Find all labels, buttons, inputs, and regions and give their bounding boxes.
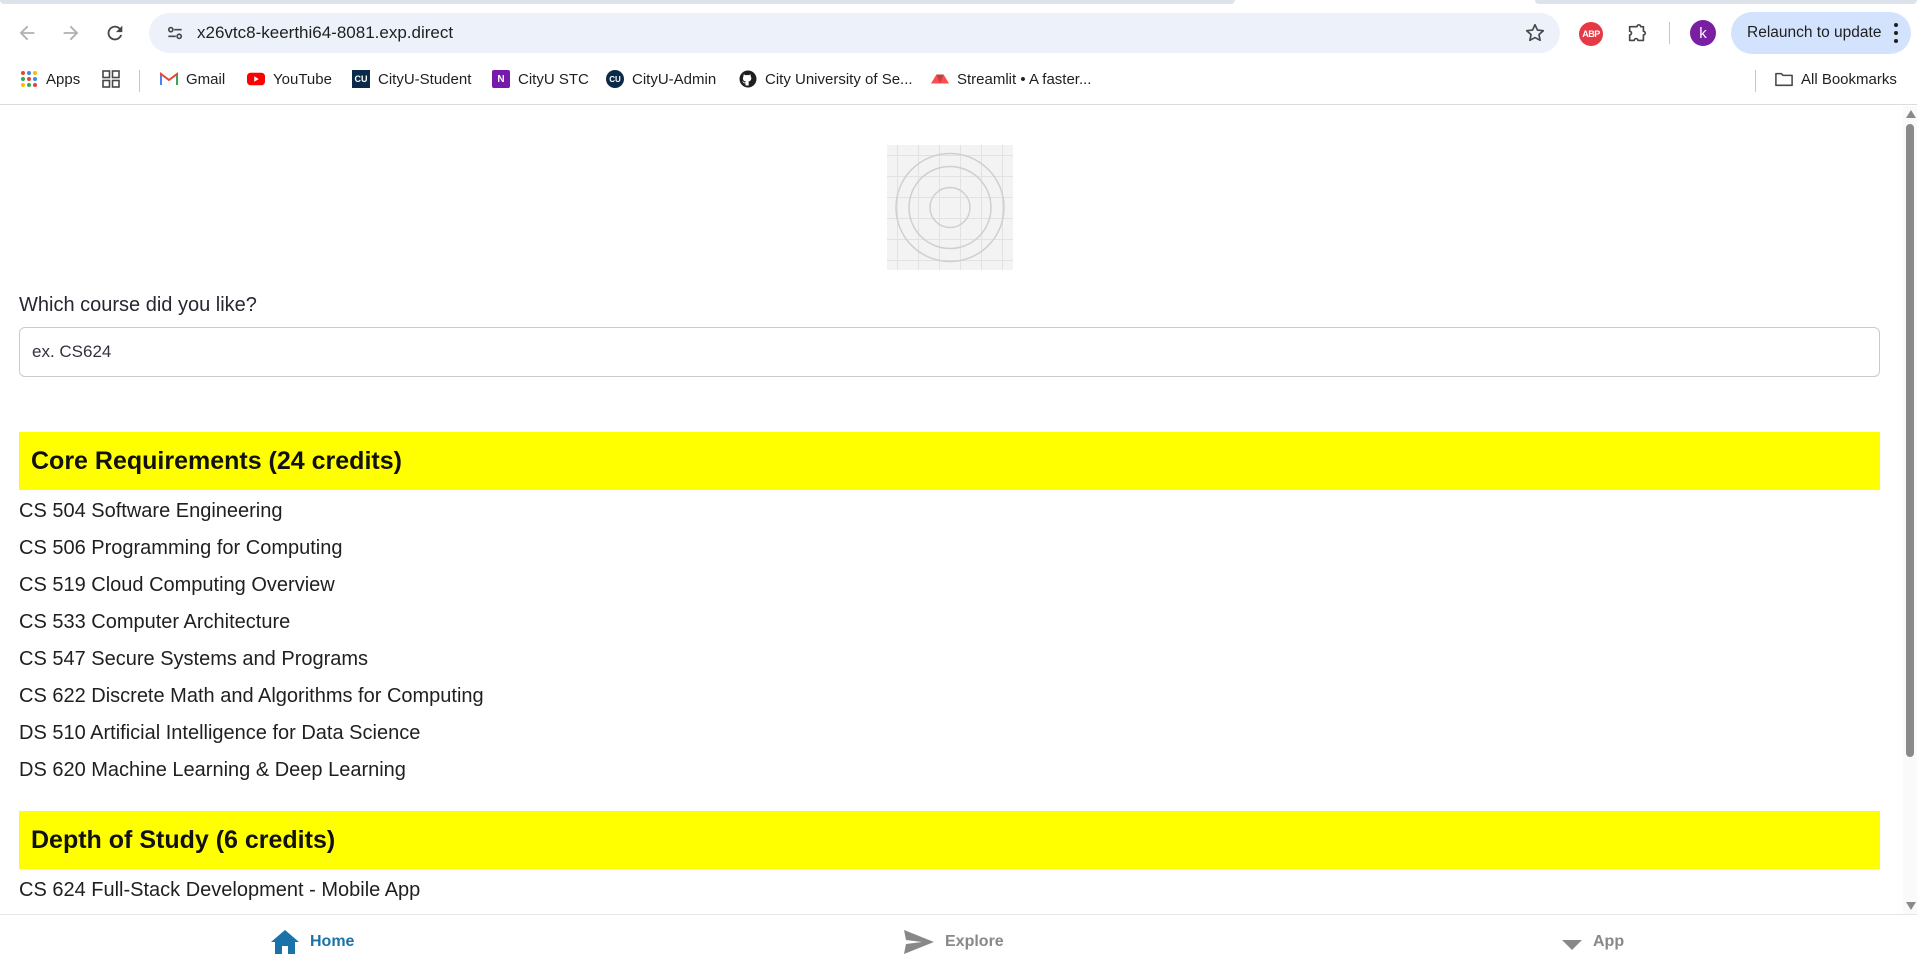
- scroll-up-arrow-icon[interactable]: [1906, 110, 1916, 118]
- reload-icon: [107, 25, 123, 41]
- caret-down-icon: [1562, 940, 1582, 950]
- site-settings-icon[interactable]: [155, 13, 195, 53]
- bookmark-cityu-admin[interactable]: CU CityU-Admin: [606, 64, 716, 94]
- tab-groups-icon: [102, 70, 120, 88]
- course-question-label: Which course did you like?: [19, 294, 257, 316]
- relaunch-button[interactable]: Relaunch to update: [1731, 12, 1911, 54]
- bottom-tab-bar: Home Explore App: [0, 914, 1917, 968]
- course-item[interactable]: CS 504 Software Engineering: [19, 493, 484, 530]
- github-icon: [739, 70, 757, 88]
- tab-home[interactable]: Home: [270, 915, 354, 969]
- section-header-depth: Depth of Study (6 credits): [19, 811, 1880, 869]
- course-item[interactable]: DS 510 Artificial Intelligence for Data …: [19, 715, 484, 752]
- folder-icon: [1775, 70, 1793, 88]
- bookmark-gmail[interactable]: Gmail: [160, 64, 225, 94]
- streamlit-icon: [931, 70, 949, 88]
- page-scrollbar[interactable]: [1903, 106, 1917, 914]
- bookmark-label: Apps: [46, 70, 81, 88]
- bookmark-label: Streamlit • A faster...: [957, 70, 1092, 88]
- tab-app-label: App: [1593, 933, 1625, 950]
- bookmark-label: City University of Se...: [765, 70, 913, 88]
- course-item[interactable]: CS 547 Secure Systems and Programs: [19, 641, 484, 678]
- browser-toolbar: x26vtc8-keerthi64-8081.exp.direct ABP k …: [0, 12, 1917, 54]
- bookmark-label: CityU-Student: [378, 70, 472, 88]
- image-placeholder-icon: [887, 145, 1013, 270]
- course-item[interactable]: CS 506 Programming for Computing: [19, 530, 484, 567]
- onenote-icon: N: [492, 70, 510, 88]
- all-bookmarks-button[interactable]: All Bookmarks: [1775, 64, 1897, 94]
- bookmark-apps[interactable]: Apps: [20, 64, 80, 94]
- tab-home-label: Home: [310, 933, 355, 950]
- relaunch-label: Relaunch to update: [1747, 24, 1882, 41]
- arrow-left-icon: [19, 25, 35, 41]
- depth-course-list: CS 624 Full-Stack Development - Mobile A…: [19, 872, 420, 909]
- course-item[interactable]: CS 533 Computer Architecture: [19, 604, 484, 641]
- course-item[interactable]: CS 622 Discrete Math and Algorithms for …: [19, 678, 484, 715]
- bookmark-cityu-student[interactable]: CU CityU-Student: [352, 64, 471, 94]
- app-page: Which course did you like? Core Requirem…: [0, 106, 1917, 914]
- section-header-core: Core Requirements (24 credits): [19, 432, 1880, 490]
- active-tab-edge[interactable]: [0, 0, 1235, 4]
- bookmark-label: CityU-Admin: [632, 70, 717, 88]
- core-course-list: CS 504 Software Engineering CS 506 Progr…: [19, 493, 484, 789]
- inactive-tab-edge[interactable]: [1535, 0, 1917, 4]
- course-item[interactable]: CS 624 Full-Stack Development - Mobile A…: [19, 872, 420, 909]
- puzzle-icon: [1628, 24, 1647, 42]
- address-bar[interactable]: x26vtc8-keerthi64-8081.exp.direct: [149, 13, 1560, 53]
- bookmarks-divider: [1755, 70, 1756, 92]
- youtube-icon: [247, 70, 265, 88]
- back-button[interactable]: [6, 12, 48, 54]
- toolbar-divider: [1669, 22, 1670, 44]
- tab-strip: [0, 0, 1917, 4]
- apps-grid-icon: [20, 70, 38, 88]
- menu-kebab-icon[interactable]: [1893, 23, 1899, 43]
- bookmark-tab-groups[interactable]: [102, 64, 120, 94]
- scrollbar-thumb[interactable]: [1906, 124, 1914, 757]
- course-search-input[interactable]: [19, 327, 1880, 377]
- bookmark-label: CityU STC: [518, 70, 589, 88]
- bookmark-streamlit[interactable]: Streamlit • A faster...: [931, 64, 1091, 94]
- tab-explore-label: Explore: [945, 933, 1004, 950]
- bookmark-label: YouTube: [273, 70, 332, 88]
- bookmarks-divider: [139, 70, 140, 92]
- bookmark-star-icon[interactable]: [1524, 22, 1546, 44]
- scroll-down-arrow-icon[interactable]: [1906, 902, 1916, 910]
- url-text[interactable]: x26vtc8-keerthi64-8081.exp.direct: [197, 23, 453, 43]
- cityu-icon: CU: [352, 70, 370, 88]
- gmail-icon: [160, 70, 178, 88]
- bookmark-youtube[interactable]: YouTube: [247, 64, 332, 94]
- adblock-extension-button[interactable]: ABP: [1578, 21, 1604, 47]
- profile-avatar[interactable]: k: [1690, 20, 1716, 46]
- bookmark-label: Gmail: [186, 70, 226, 88]
- browser-chrome: x26vtc8-keerthi64-8081.exp.direct ABP k …: [0, 0, 1917, 105]
- tab-app[interactable]: App: [1561, 915, 1624, 969]
- bookmark-cityu-stc[interactable]: N CityU STC: [492, 64, 589, 94]
- bookmark-github[interactable]: City University of Se...: [739, 64, 913, 94]
- course-item[interactable]: DS 620 Machine Learning & Deep Learning: [19, 752, 484, 789]
- home-icon: [271, 930, 299, 954]
- course-item[interactable]: CS 519 Cloud Computing Overview: [19, 567, 484, 604]
- cityu-icon: CU: [606, 70, 624, 88]
- tab-explore[interactable]: Explore: [903, 915, 1004, 969]
- send-icon: [904, 930, 934, 954]
- arrow-right-icon: [63, 25, 79, 41]
- reload-button[interactable]: [94, 12, 136, 54]
- bookmarks-bar: Apps Gmail YouTube CU CityU-Student N Ci: [0, 64, 1917, 94]
- forward-button[interactable]: [50, 12, 92, 54]
- adblock-icon: ABP: [1579, 22, 1603, 46]
- all-bookmarks-label: All Bookmarks: [1801, 70, 1897, 88]
- extensions-button[interactable]: [1624, 21, 1650, 47]
